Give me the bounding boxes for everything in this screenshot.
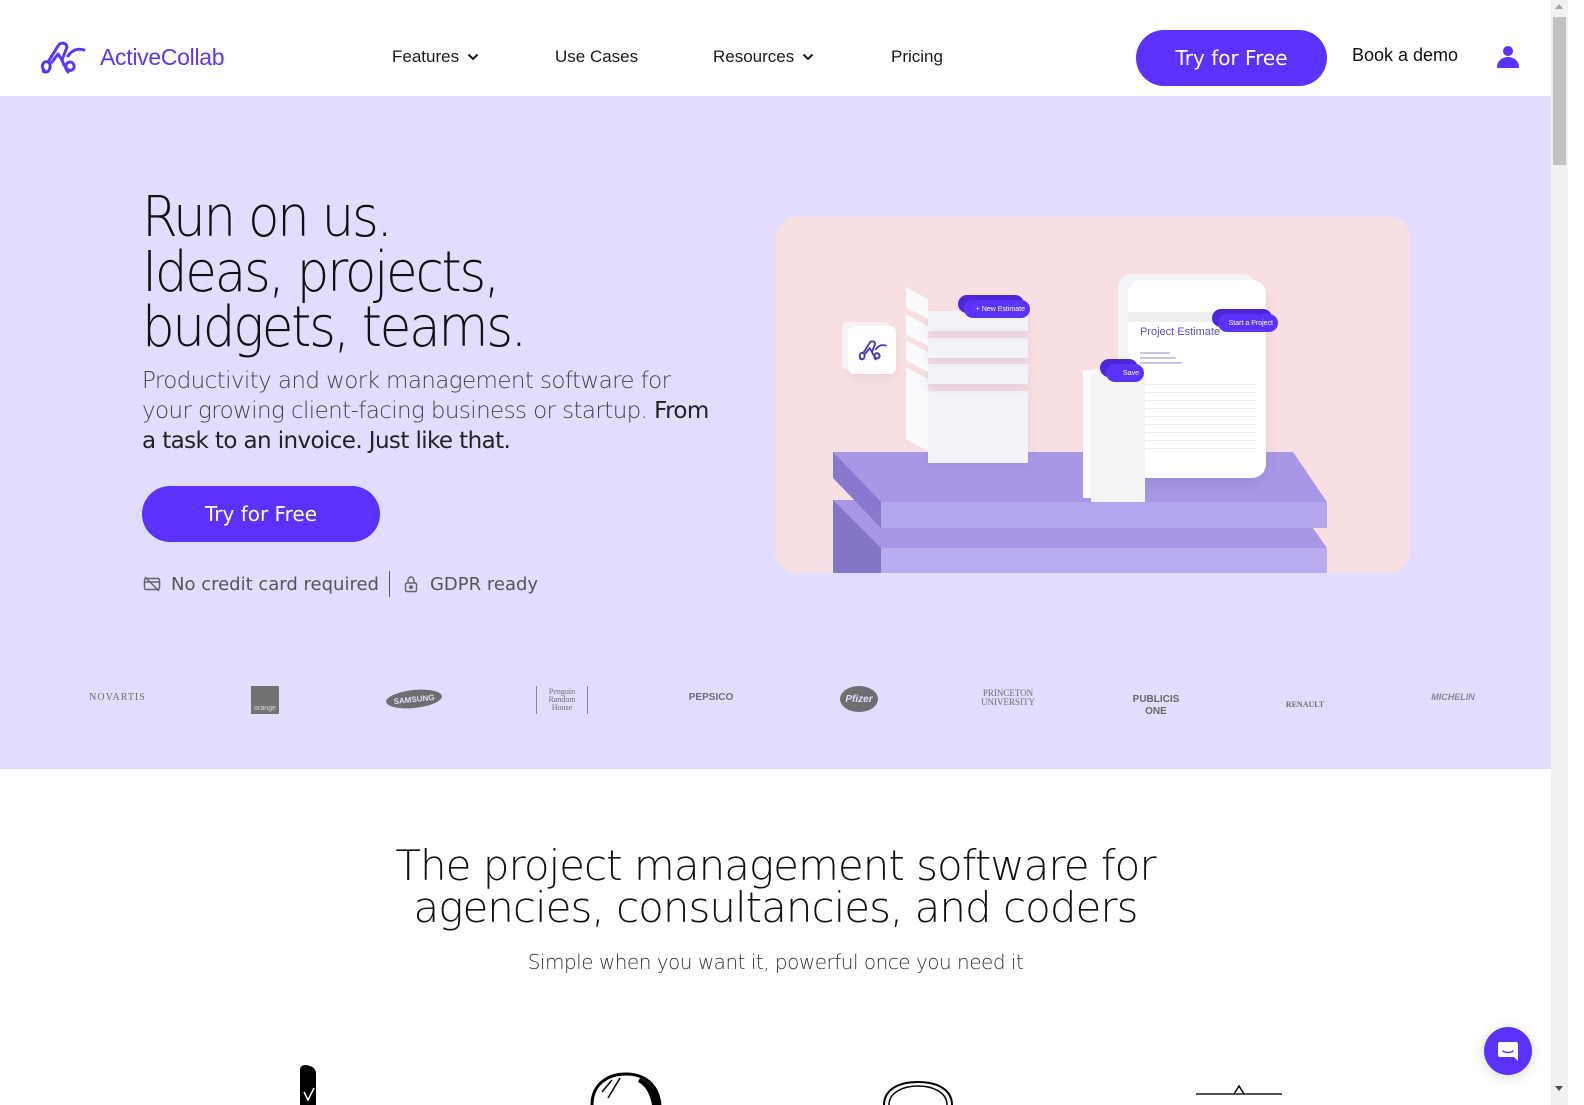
gdpr-label: GDPR ready: [429, 573, 539, 595]
nav-resources[interactable]: Resources: [713, 47, 814, 67]
hero-subtitle-light: Productivity and work management softwar…: [142, 368, 671, 424]
logo-link[interactable]: ActiveCollab: [38, 38, 225, 76]
window-edge: [1568, 0, 1584, 1105]
checklist-icon: [300, 1065, 316, 1105]
client-logo-novartis: NOVARTIS: [89, 692, 146, 703]
client-logo-penguin-random-house: Penguin Random House: [536, 686, 588, 714]
client-logo-michelin: MICHELIN: [1431, 692, 1475, 702]
doc-row: [1138, 392, 1256, 393]
nav-pricing[interactable]: Pricing: [891, 47, 943, 67]
no-credit-card-label: No credit card required: [171, 573, 379, 595]
doc-row: [1138, 424, 1256, 425]
save-column: [1091, 374, 1145, 502]
save-pill: Save: [1106, 364, 1144, 382]
stack-block: [928, 391, 1028, 463]
no-credit-card-icon: [143, 576, 161, 592]
start-project-pill: Start a Project: [1218, 314, 1278, 332]
client-logo-pfizer: Pfizer: [840, 686, 878, 712]
hero-illustration: + New Estimate Project Estimate Start a …: [776, 216, 1410, 573]
hero-title-line: budgets, teams.: [142, 295, 527, 360]
activecollab-logo-icon: [858, 340, 887, 361]
doc-row: [1138, 384, 1256, 385]
logo-cube: [848, 326, 896, 374]
site-header: ActiveCollab Features Use Cases Resource…: [0, 0, 1551, 96]
nav-features-label: Features: [392, 47, 460, 66]
vertical-scrollbar[interactable]: [1551, 0, 1568, 1105]
client-logo-publicis-one: PUBLICIS ONE: [1132, 694, 1180, 717]
hero-try-for-free-button[interactable]: Try for Free: [142, 486, 380, 542]
doc-line: [1140, 362, 1182, 364]
client-logos: NOVARTIS orange SAMSUNG Penguin Random H…: [0, 674, 1551, 734]
doc-row: [1138, 408, 1256, 409]
no-credit-card-badge: No credit card required: [143, 574, 379, 595]
client-logo-samsung: SAMSUNG: [385, 687, 443, 711]
gdpr-badge: GDPR ready: [402, 574, 538, 595]
new-estimate-pill: + New Estimate: [964, 300, 1030, 318]
chat-icon: [1498, 1042, 1518, 1061]
doc-row: [1138, 432, 1256, 433]
doc-title: Project Estimate: [1140, 326, 1221, 338]
user-icon[interactable]: [1495, 44, 1521, 70]
scroll-down-arrow-icon[interactable]: [1555, 1086, 1563, 1091]
nav-use-cases[interactable]: Use Cases: [555, 47, 638, 67]
platform-top-front: [881, 502, 1327, 528]
client-logo-princeton: PRINCETON UNIVERSITY: [981, 688, 1035, 707]
scrollbar-thumb[interactable]: [1553, 17, 1566, 165]
stack-block: [928, 364, 1028, 384]
chat-widget-button[interactable]: [1484, 1027, 1532, 1075]
rings-icon: [883, 1080, 953, 1105]
logo-text: ActiveCollab: [100, 43, 225, 70]
client-logo-pepsico: PEPSICO: [688, 692, 734, 703]
chevron-down-icon: [467, 53, 479, 61]
hero-title-line: Run on us.: [142, 185, 393, 250]
hero-section: Run on us. Ideas, projects, budgets, tea…: [0, 96, 1551, 769]
client-logo-renault: RENAULT: [1285, 700, 1325, 709]
lock-icon: [404, 576, 418, 593]
client-logo-orange: orange: [251, 686, 279, 714]
hero-subtitle: Productivity and work management softwar…: [142, 366, 722, 456]
doc-row: [1138, 448, 1256, 449]
doc-line: [1140, 357, 1176, 359]
badge-divider: [388, 571, 390, 597]
book-demo-link[interactable]: Book a demo: [1352, 45, 1458, 66]
nav-use-cases-label: Use Cases: [555, 47, 639, 66]
doc-row: [1138, 440, 1256, 441]
doc-row: [1138, 416, 1256, 417]
section-title-line: The project management software for: [395, 841, 1156, 890]
roof-chart-icon: [1196, 1084, 1282, 1095]
chevron-down-icon: [803, 53, 814, 61]
project-estimate-doc: Project Estimate: [1128, 280, 1266, 478]
platform-bottom-front: [881, 548, 1327, 573]
scroll-up-arrow-icon[interactable]: [1555, 4, 1563, 9]
header-try-for-free-button[interactable]: Try for Free: [1136, 30, 1327, 86]
timer-icon: [590, 1072, 662, 1105]
nav-resources-label: Resources: [713, 47, 795, 66]
doc-row: [1138, 400, 1256, 401]
section-subtitle: Simple when you want it, powerful once y…: [527, 950, 1024, 974]
hero-title: Run on us. Ideas, projects, budgets, tea…: [142, 185, 558, 360]
nav-features[interactable]: Features: [392, 47, 479, 67]
hero-badges: No credit card required GDPR ready: [143, 571, 538, 597]
hero-title-line: Ideas, projects,: [142, 240, 500, 305]
stack-block: [928, 338, 1028, 358]
activecollab-logo-icon: [40, 41, 86, 74]
nav-pricing-label: Pricing: [891, 47, 943, 66]
section-title: The project management software for agen…: [0, 845, 1551, 929]
doc-line: [1140, 352, 1170, 354]
section-title-line: agencies, consultancies, and coders: [413, 883, 1139, 932]
